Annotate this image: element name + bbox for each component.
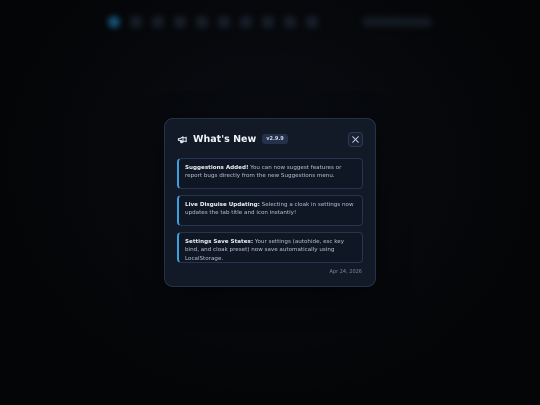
blurred-toolbar — [108, 12, 432, 32]
toolbar-icon[interactable] — [218, 16, 230, 28]
toolbar-icon[interactable] — [262, 16, 274, 28]
update-heading: Suggestions Added! — [185, 165, 249, 171]
toolbar-icon[interactable] — [152, 16, 164, 28]
toolbar-pill[interactable] — [362, 17, 432, 27]
update-heading: Live Disguise Updating: — [185, 202, 260, 208]
toolbar-icon[interactable] — [130, 16, 142, 28]
update-card: Settings Save States: Your settings (aut… — [177, 232, 363, 263]
release-date: Apr 24, 2026 — [329, 269, 362, 275]
toolbar-icon[interactable] — [174, 16, 186, 28]
version-badge: v2.9.9 — [262, 134, 288, 144]
update-card: Suggestions Added! You can now suggest f… — [177, 158, 363, 189]
megaphone-icon — [177, 134, 188, 145]
modal-header: What's New v2.9.9 — [177, 130, 363, 148]
update-card: Live Disguise Updating: Selecting a cloa… — [177, 195, 363, 226]
toolbar-home-icon[interactable] — [108, 16, 120, 28]
toolbar-icon[interactable] — [240, 16, 252, 28]
close-button[interactable] — [348, 131, 363, 147]
app-background: What's New v2.9.9 Suggestions Added! You… — [0, 0, 540, 405]
toolbar-icon[interactable] — [306, 16, 318, 28]
modal-title: What's New — [193, 133, 257, 145]
toolbar-icon[interactable] — [196, 16, 208, 28]
toolbar-icon[interactable] — [284, 16, 296, 28]
close-icon — [352, 135, 359, 143]
update-heading: Settings Save States: — [185, 239, 254, 245]
whats-new-modal: What's New v2.9.9 Suggestions Added! You… — [164, 118, 376, 287]
